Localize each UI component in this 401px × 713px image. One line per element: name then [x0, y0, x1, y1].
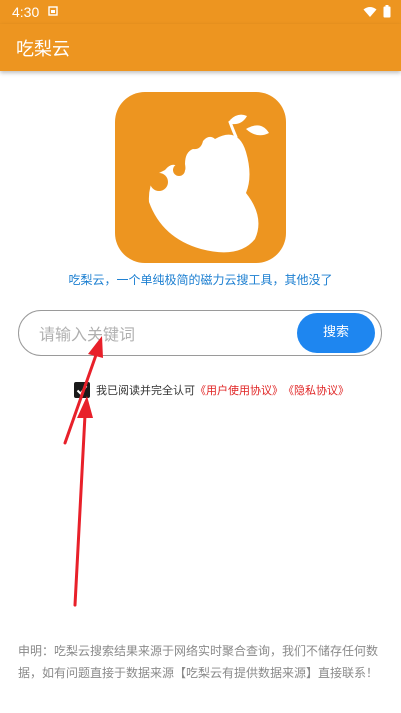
battery-icon: [383, 5, 391, 18]
status-icons: [363, 5, 391, 18]
tagline: 吃梨云，一个单纯极简的磁力云搜工具，其他没了: [68, 273, 333, 287]
search-input[interactable]: [37, 311, 291, 357]
user-agreement-link[interactable]: 《用户使用协议》: [195, 382, 283, 398]
search-box: 搜索: [18, 310, 382, 357]
arrow-to-checkbox: [73, 396, 93, 607]
privacy-agreement-link[interactable]: 《隐私协议》: [283, 382, 349, 398]
disclaimer-text: 申明：吃梨云搜索结果来源于网络实时聚合查询，我们不储存任何数据，如有问题直接于数…: [18, 644, 379, 680]
app-bar: 吃梨云: [0, 24, 401, 71]
agreement-text: 我已阅读并完全认可: [96, 384, 195, 397]
status-time: 4:30: [12, 4, 40, 20]
agreement-row: 我已阅读并完全认可 《用户使用协议》 《隐私协议》: [74, 381, 349, 399]
wifi-icon: [363, 6, 377, 17]
app-logo: [115, 92, 286, 263]
pear-icon: [148, 114, 269, 253]
agreement-checkbox[interactable]: [74, 382, 90, 398]
check-icon: [76, 385, 88, 395]
search-button[interactable]: 搜索: [297, 313, 375, 353]
sim-card-icon: [48, 6, 58, 16]
status-bar: 4:30: [0, 0, 401, 24]
app-title: 吃梨云: [16, 39, 70, 60]
